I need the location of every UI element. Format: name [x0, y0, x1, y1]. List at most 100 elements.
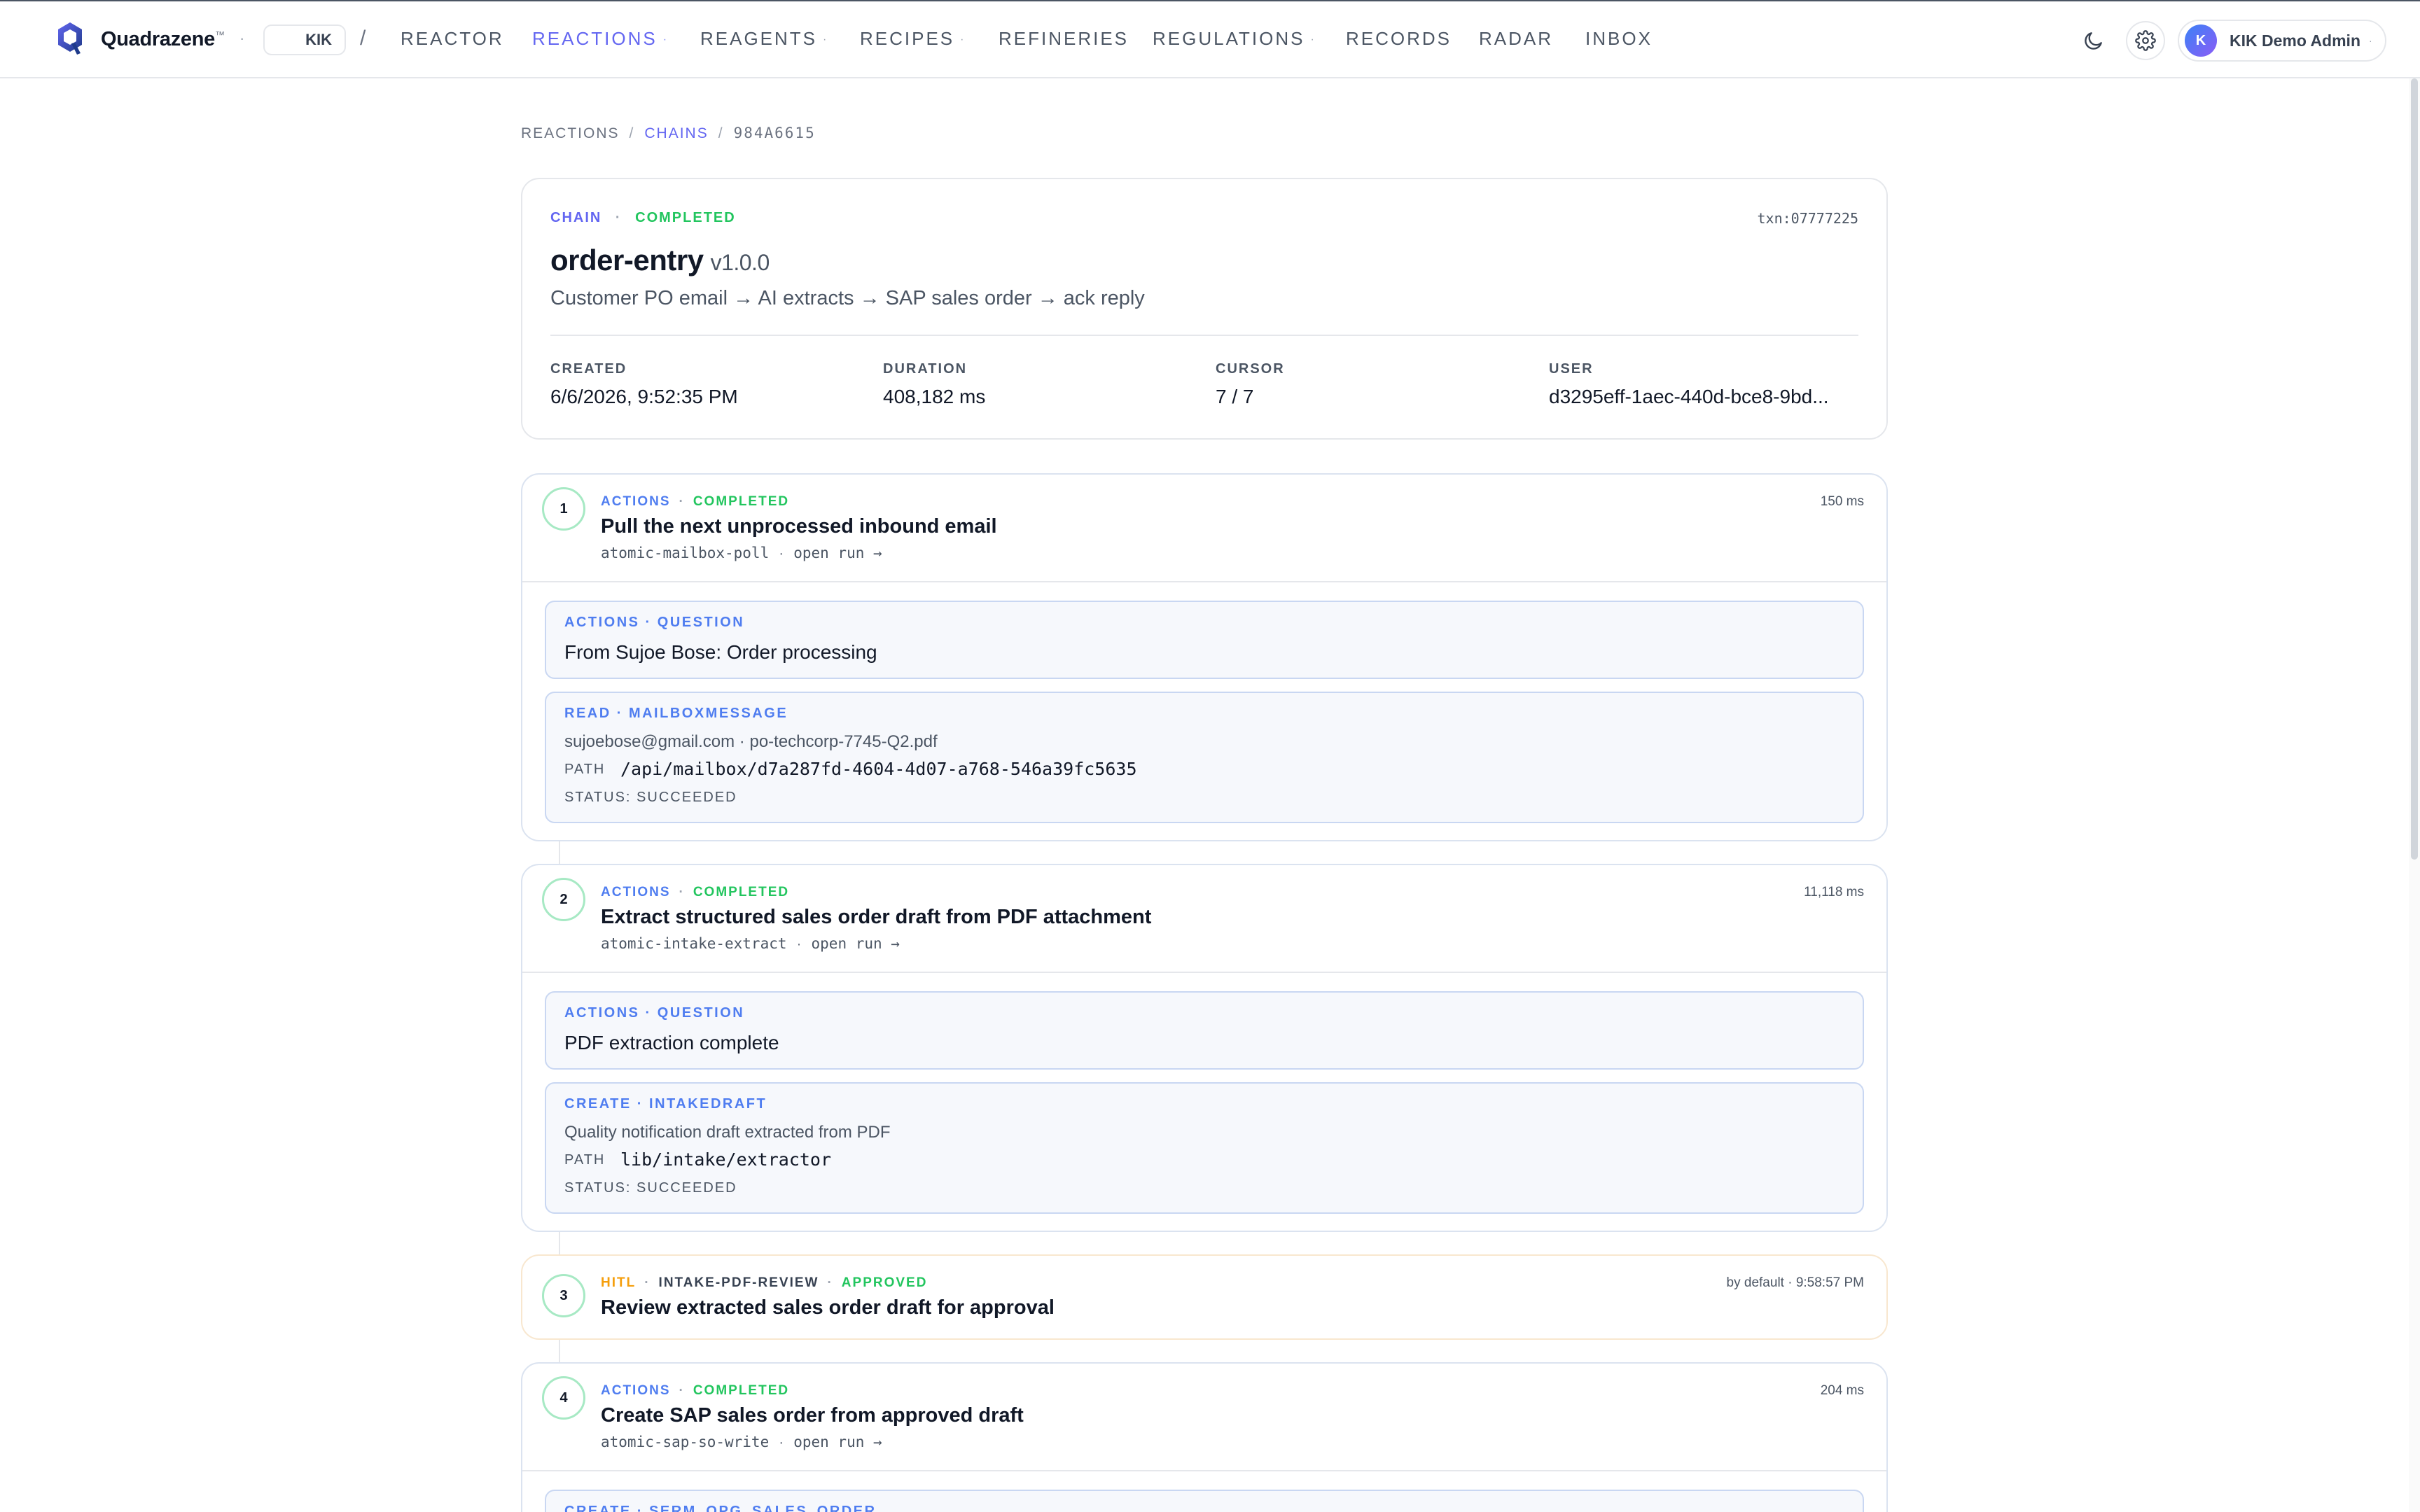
moon-icon [2085, 32, 2102, 50]
breadcrumb-reactions[interactable]: REACTIONS [521, 125, 620, 141]
nav-label: RECORDS [1346, 28, 1452, 49]
user-menu-button[interactable]: K KIK Demo Admin · [2178, 20, 2386, 62]
separator-dot: · [779, 1434, 784, 1450]
open-run-link[interactable]: open run → [793, 1434, 882, 1450]
divider [522, 972, 1886, 973]
step-eyebrow: ACTIONS · COMPLETED [601, 885, 789, 900]
open-run-link[interactable]: open run → [812, 935, 900, 952]
theme-toggle-button[interactable] [2074, 21, 2113, 60]
step-duration: 11,118 ms [1804, 885, 1864, 899]
question-label: ACTIONS · QUESTION [564, 615, 745, 630]
operation-label: CREATE · INTAKEDRAFT [564, 1096, 767, 1112]
meta-user: USER d3295eff-1aec-440d-bce8-9bd... [1549, 361, 1829, 408]
nav-radar[interactable]: RADAR [1479, 28, 1553, 50]
approval-info: by default · 9:58:57 PM [1726, 1275, 1864, 1290]
nav-reagents[interactable]: REAGENTS · [700, 28, 826, 50]
step-duration: 150 ms [1820, 494, 1864, 509]
breadcrumb: REACTIONS / CHAINS / 984A6615 [521, 125, 816, 142]
nav-records[interactable]: RECORDS [1346, 28, 1452, 50]
page-scrollbar[interactable] [2409, 78, 2420, 1512]
chain-header-card: CHAIN · COMPLETED txn:07777225 order-ent… [521, 178, 1888, 440]
separator-dot: · [679, 885, 685, 899]
question-panel: ACTIONS · QUESTION PDF extraction comple… [545, 991, 1864, 1070]
step-status: COMPLETED [693, 1383, 790, 1398]
nav-regulations[interactable]: REGULATIONS · [1153, 28, 1314, 50]
separator-dot: · [779, 545, 784, 561]
step-eyebrow: ACTIONS · COMPLETED [601, 494, 789, 510]
scrollbar-thumb[interactable] [2411, 78, 2418, 860]
operation-label: CREATE · SERM_OPG_SALES_ORDER [564, 1504, 877, 1512]
step-card-4: 4 ACTIONS · COMPLETED 204 ms Create SAP sa… [521, 1362, 1888, 1512]
chevron-down-icon: · [960, 34, 964, 46]
step-kind: ACTIONS [601, 494, 671, 509]
nav-refineries[interactable]: REFINERIES [999, 28, 1129, 50]
operation-panel: CREATE · SERM_OPG_SALES_ORDER [545, 1490, 1864, 1512]
separator-dot: · [615, 210, 622, 225]
step-status: COMPLETED [693, 494, 790, 509]
operation-status: STATUS: SUCCEEDED [564, 1180, 737, 1196]
timeline-connector [559, 1338, 560, 1362]
nav-label: RECIPES [860, 28, 955, 49]
step-title: Create SAP sales order from approved dra… [601, 1404, 1024, 1427]
atomic-name: atomic-mailbox-poll [601, 545, 770, 561]
step-title: Pull the next unprocessed inbound email [601, 515, 997, 538]
step-subline: atomic-intake-extract · open run → [601, 935, 900, 953]
chain-description: Customer PO email → AI extracts → SAP sa… [550, 287, 1145, 309]
step-kind: ACTIONS [601, 1383, 671, 1398]
step-card-1: 1 ACTIONS · COMPLETED 150 ms Pull the next… [521, 473, 1888, 841]
meta-value: 6/6/2026, 9:52:35 PM [550, 386, 738, 407]
meta-key: CREATED [550, 361, 627, 377]
atomic-name: atomic-sap-so-write [601, 1434, 770, 1450]
meta-cursor: CURSOR 7 / 7 [1216, 361, 1285, 408]
operation-panel: READ · MAILBOXMESSAGE sujoebose@gmail.co… [545, 692, 1864, 823]
meta-key: USER [1549, 361, 1594, 377]
avatar: K [2185, 24, 2217, 57]
step-number: 1 [542, 487, 585, 531]
brand-name[interactable]: Quadrazene™ [101, 28, 225, 51]
open-run-link[interactable]: open run → [793, 545, 882, 561]
breadcrumb-chains[interactable]: CHAINS [644, 125, 708, 141]
nav-reactor[interactable]: REACTOR [401, 28, 504, 50]
operation-detail: Quality notification draft extracted fro… [564, 1123, 891, 1142]
step-card-3: 3 HITL · INTAKE-PDF-REVIEW · APPROVED by def… [521, 1254, 1888, 1340]
user-name: KIK Demo Admin [2230, 31, 2360, 50]
quadrazene-logo-icon[interactable] [56, 21, 84, 56]
operation-status: STATUS: SUCCEEDED [564, 790, 737, 805]
chain-name: order-entry [550, 244, 704, 276]
path-key: PATH [564, 1152, 606, 1168]
step-kind: ACTIONS [601, 885, 671, 899]
timeline-connector [559, 840, 560, 865]
divider [522, 581, 1886, 582]
path-value: /api/mailbox/d7a287fd-4604-4d07-a768-546… [620, 759, 1137, 779]
gear-icon [2135, 30, 2156, 51]
step-eyebrow: HITL · INTAKE-PDF-REVIEW · APPROVED [601, 1275, 927, 1291]
meta-value: 408,182 ms [883, 386, 986, 407]
nav-recipes[interactable]: RECIPES · [860, 28, 964, 50]
nav-label: REACTOR [401, 28, 504, 49]
meta-key: CURSOR [1216, 361, 1285, 377]
question-text: From Sujoe Bose: Order processing [564, 641, 877, 663]
tenant-switcher[interactable]: KIK [263, 24, 346, 55]
page-title: order-entry v1.0.0 [550, 244, 770, 277]
step-title: Extract structured sales order draft fro… [601, 906, 1152, 928]
trademark-mark: ™ [215, 29, 225, 41]
chevron-down-icon: · [2369, 35, 2372, 46]
nav-reactions[interactable]: REACTIONS · [532, 28, 667, 50]
separator-dot: · [796, 936, 802, 952]
separator-dot: · [679, 494, 685, 509]
separator-dot: · [679, 1383, 685, 1398]
step-eyebrow: ACTIONS · COMPLETED [601, 1383, 789, 1399]
operation-label: READ · MAILBOXMESSAGE [564, 706, 788, 721]
breadcrumb-separator: / [718, 125, 724, 141]
separator-dot: · [239, 29, 245, 47]
settings-button[interactable] [2126, 21, 2165, 60]
tenant-label: KIK [305, 31, 332, 48]
nav-inbox[interactable]: INBOX [1585, 28, 1653, 50]
chevron-down-icon: · [1310, 34, 1314, 46]
meta-created: CREATED 6/6/2026, 9:52:35 PM [550, 361, 738, 408]
atomic-name: atomic-intake-extract [601, 935, 787, 952]
nav-label: REAGENTS [700, 28, 818, 49]
chain-kind: CHAIN [550, 210, 602, 225]
meta-value: d3295eff-1aec-440d-bce8-9bd... [1549, 386, 1829, 407]
divider [550, 335, 1858, 336]
